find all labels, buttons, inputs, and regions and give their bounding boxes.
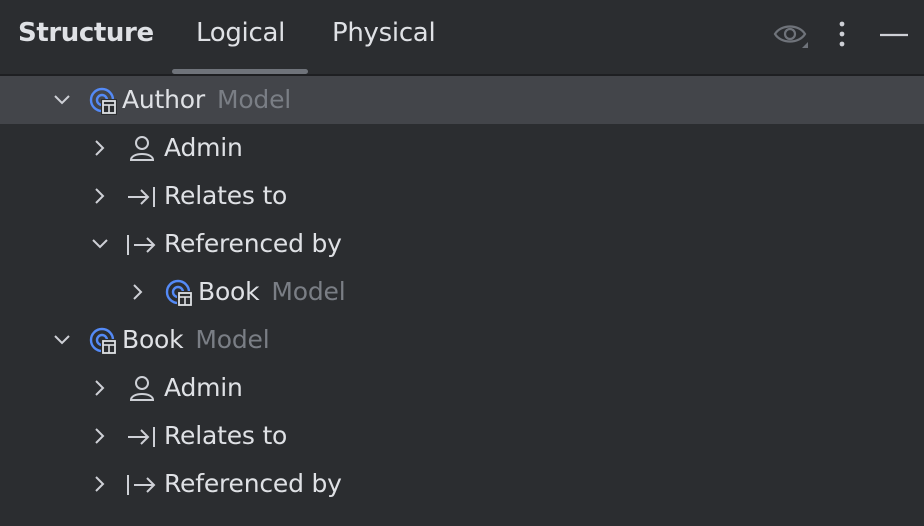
tree-node-referenced-by[interactable]: Referenced by — [0, 220, 924, 268]
chevron-down-icon[interactable] — [90, 234, 110, 254]
model-icon — [89, 87, 117, 115]
tree-node-label: Book Model — [122, 325, 270, 354]
structure-panel: Structure Logical Physical Author Model … — [0, 0, 924, 526]
tab-physical[interactable]: Physical — [332, 18, 436, 48]
tree-node-label: Relates to — [164, 421, 287, 450]
chevron-down-icon[interactable] — [52, 330, 72, 350]
relates-to-icon — [128, 187, 155, 207]
tree-node-admin[interactable]: Admin — [0, 124, 924, 172]
minimize-icon[interactable] — [878, 22, 910, 48]
node-name: Book — [122, 325, 184, 354]
panel-header: Structure Logical Physical — [0, 0, 924, 76]
more-vertical-icon[interactable] — [830, 16, 854, 52]
node-name: Admin — [164, 133, 243, 162]
model-icon — [89, 327, 117, 355]
tab-logical[interactable]: Logical — [196, 18, 285, 48]
tree-node-book-ref[interactable]: Book Model — [0, 268, 924, 316]
tree-node-relates-to[interactable]: Relates to — [0, 172, 924, 220]
user-icon — [129, 376, 155, 401]
chevron-down-icon[interactable] — [52, 90, 72, 110]
relates-to-icon — [128, 427, 155, 447]
tree-node-book[interactable]: Book Model — [0, 316, 924, 364]
panel-title: Structure — [18, 18, 154, 48]
chevron-right-icon[interactable] — [90, 138, 110, 158]
node-name: Admin — [164, 373, 243, 402]
tree-node-label: Referenced by — [164, 469, 342, 498]
tree-node-label: Referenced by — [164, 229, 342, 258]
chevron-right-icon[interactable] — [90, 186, 110, 206]
node-name: Referenced by — [164, 469, 342, 498]
node-name: Author — [122, 85, 205, 114]
referenced-by-icon — [127, 475, 156, 495]
node-name: Relates to — [164, 421, 288, 450]
tree-node-label: Admin — [164, 373, 243, 402]
eye-icon[interactable] — [772, 18, 810, 52]
tree-node-referenced-by[interactable]: Referenced by — [0, 460, 924, 508]
tree-node-label: Admin — [164, 133, 243, 162]
node-kind: Model — [195, 325, 270, 354]
tree-node-relates-to[interactable]: Relates to — [0, 412, 924, 460]
tree-node-author[interactable]: Author Model — [0, 76, 924, 124]
active-tab-indicator — [172, 69, 308, 74]
node-kind: Model — [271, 277, 346, 306]
node-name: Book — [198, 277, 260, 306]
tree-node-label: Author Model — [122, 85, 291, 114]
model-icon — [165, 279, 193, 307]
chevron-right-icon[interactable] — [90, 426, 110, 446]
tree-node-label: Relates to — [164, 181, 287, 210]
node-kind: Model — [216, 85, 292, 114]
chevron-right-icon[interactable] — [128, 282, 148, 302]
node-name: Relates to — [164, 181, 288, 210]
tree-node-admin[interactable]: Admin — [0, 364, 924, 412]
chevron-right-icon[interactable] — [90, 474, 110, 494]
referenced-by-icon — [127, 235, 156, 255]
chevron-right-icon[interactable] — [90, 378, 110, 398]
user-icon — [129, 136, 155, 161]
tree-node-label: Book Model — [198, 277, 346, 306]
node-name: Referenced by — [164, 229, 342, 258]
